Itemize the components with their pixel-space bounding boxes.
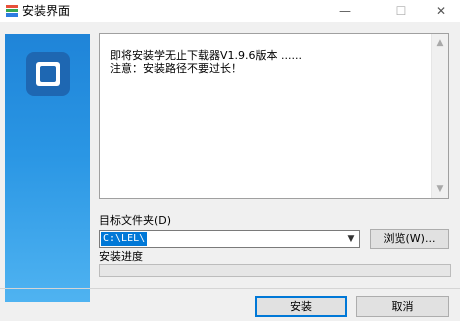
progress-label: 安装进度 [99, 250, 143, 263]
vertical-scrollbar[interactable]: ▲ ▼ [431, 34, 448, 198]
minimize-button[interactable]: — [322, 0, 368, 22]
target-folder-label: 目标文件夹(D) [99, 214, 172, 227]
app-icon [5, 4, 19, 18]
square-logo-icon [26, 52, 70, 96]
target-folder-path: C:\LEL\ [101, 232, 148, 246]
scroll-up-icon[interactable]: ▲ [432, 35, 448, 51]
footer-divider [0, 288, 460, 289]
window-title: 安装界面 [22, 4, 71, 18]
scroll-down-icon[interactable]: ▼ [432, 181, 448, 197]
title-bar: 安装界面 — ☐ ✕ [0, 0, 460, 22]
browse-button[interactable]: 浏览(W)... [370, 229, 449, 249]
cancel-button[interactable]: 取消 [356, 296, 449, 317]
install-button[interactable]: 安装 [255, 296, 347, 317]
install-progress-bar [99, 264, 451, 277]
target-folder-combobox[interactable]: C:\LEL\ ▼ [99, 230, 360, 248]
sidebar-banner [5, 34, 90, 302]
info-line: 注意：安装路径不要过长！ [110, 62, 242, 75]
chevron-down-icon[interactable]: ▼ [344, 231, 358, 247]
info-textbox[interactable]: 即将安装学无止下载器V1.9.6版本 ...... 注意：安装路径不要过长！ ▲… [99, 33, 449, 199]
close-button[interactable]: ✕ [418, 0, 460, 22]
info-line: 即将安装学无止下载器V1.9.6版本 ...... [110, 49, 302, 62]
